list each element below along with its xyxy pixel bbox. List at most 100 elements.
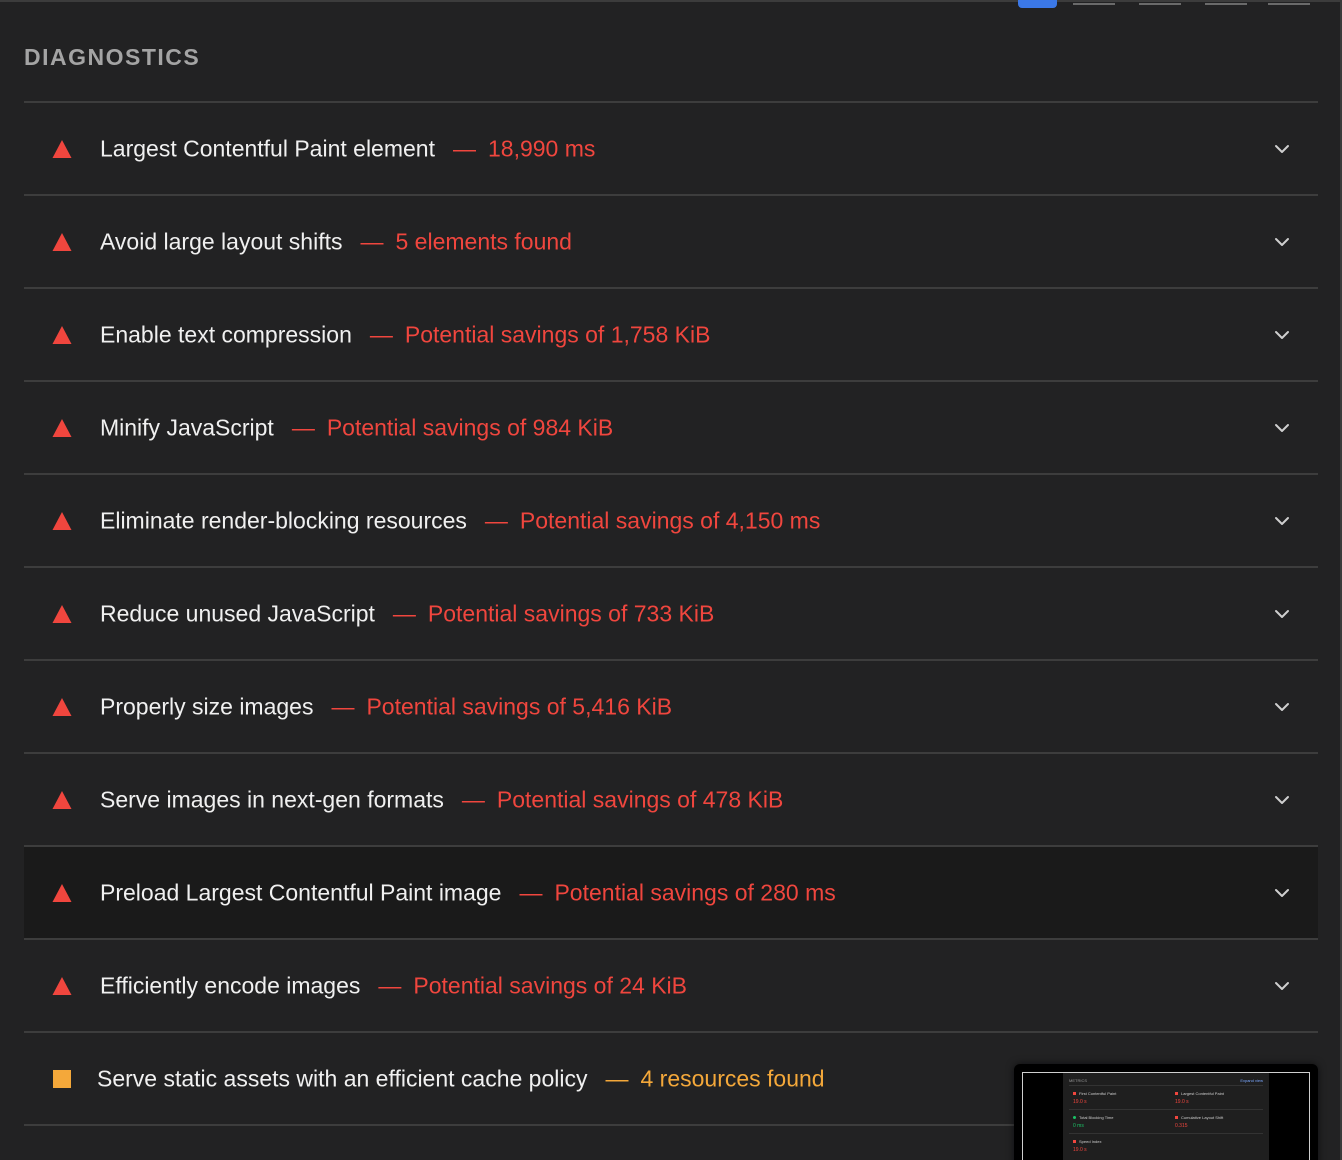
audit-separator: — — [519, 879, 543, 905]
audit-row-5[interactable]: Reduce unused JavaScript — Potential savin… — [24, 568, 1318, 661]
fail-triangle-icon — [52, 883, 72, 903]
audit-display-value: Potential savings of 1,758 KiB — [404, 321, 711, 347]
tab-performance[interactable] — [1018, 0, 1057, 8]
thumbnail-metric-label: Speed Index — [1079, 1139, 1102, 1144]
thumbnail-metrics-panel: METRICS Expand view First Contentful Pai… — [1063, 1073, 1269, 1160]
audit-title: Largest Contentful Paint element — 18,990 … — [100, 135, 595, 162]
thumbnail-header: METRICS — [1069, 1078, 1087, 1083]
thumbnail-metric: Speed Index 19.0 s — [1073, 1139, 1101, 1153]
audit-row-1[interactable]: Avoid large layout shifts — 5 elements fou… — [24, 196, 1318, 289]
audit-name: Avoid large layout shifts — [100, 228, 343, 254]
thumbnail-screen: METRICS Expand view First Contentful Pai… — [1022, 1072, 1310, 1160]
thumbnail-metric-label: Cumulative Layout Shift — [1181, 1115, 1224, 1120]
audit-name: Eliminate render-blocking resources — [100, 507, 467, 533]
chevron-down-icon[interactable] — [1270, 323, 1294, 347]
chevron-down-icon[interactable] — [1270, 230, 1294, 254]
audit-name: Serve images in next-gen formats — [100, 786, 444, 812]
audit-name: Properly size images — [100, 693, 314, 719]
thumbnail-metric-label: Largest Contentful Paint — [1181, 1091, 1224, 1096]
tab-seo[interactable] — [1205, 0, 1247, 5]
chevron-down-icon[interactable] — [1270, 695, 1294, 719]
audit-row-9[interactable]: Efficiently encode images — Potential savi… — [24, 940, 1318, 1033]
lighthouse-report-page: DIAGNOSTICS Largest Contentful Paint ele… — [0, 0, 1342, 1160]
audit-row-6[interactable]: Properly size images — Potential savings o… — [24, 661, 1318, 754]
audit-display-value: Potential savings of 24 KiB — [413, 972, 687, 998]
thumbnail-divider — [1069, 1109, 1263, 1110]
thumbnail-metric-value: 19.0 s — [1073, 1147, 1087, 1153]
audit-separator: — — [360, 228, 384, 254]
chevron-down-icon[interactable] — [1270, 416, 1294, 440]
audit-display-value: Potential savings of 478 KiB — [496, 786, 784, 812]
chevron-down-icon[interactable] — [1270, 881, 1294, 905]
chevron-down-icon[interactable] — [1270, 974, 1294, 998]
thumbnail-metric: Cumulative Layout Shift 0.315 — [1175, 1115, 1223, 1129]
thumbnail-metric-label: Total Blocking Time — [1079, 1115, 1114, 1120]
thumbnail-divider — [1069, 1085, 1263, 1086]
audit-separator: — — [392, 600, 416, 626]
thumbnail-expand-link: Expand view — [1240, 1078, 1263, 1083]
audit-separator: — — [605, 1065, 629, 1091]
audit-title: Reduce unused JavaScript — Potential savin… — [100, 600, 714, 627]
chevron-down-icon[interactable] — [1270, 137, 1294, 161]
audit-name: Minify JavaScript — [100, 414, 274, 440]
thumbnail-metric-value: 19.0 s — [1073, 1099, 1087, 1105]
audit-title: Enable text compression — Potential saving… — [100, 321, 710, 348]
audit-display-value: 18,990 ms — [487, 135, 596, 161]
audit-title: Efficiently encode images — Potential savi… — [100, 972, 687, 999]
pass-dot-icon — [1073, 1116, 1076, 1120]
audit-row-8[interactable]: Preload Largest Contentful Paint image — P… — [24, 847, 1318, 940]
thumbnail-metric: Largest Contentful Paint 19.0 s — [1175, 1091, 1224, 1105]
thumbnail-metric-value: 0.315 — [1175, 1123, 1188, 1129]
thumbnail-metric-value: 19.0 s — [1175, 1099, 1189, 1105]
audit-display-value: Potential savings of 4,150 ms — [519, 507, 821, 533]
audit-row-4[interactable]: Eliminate render-blocking resources — Pote… — [24, 475, 1318, 568]
fail-triangle-icon — [52, 697, 72, 717]
audit-list: Largest Contentful Paint element — 18,990 … — [24, 101, 1318, 1126]
chevron-down-icon[interactable] — [1270, 509, 1294, 533]
audit-separator: — — [369, 321, 393, 347]
audit-row-3[interactable]: Minify JavaScript — Potential savings of 9… — [24, 382, 1318, 475]
fail-triangle-icon — [52, 604, 72, 624]
thumbnail-metric-label: First Contentful Paint — [1079, 1091, 1117, 1096]
audit-name: Preload Largest Contentful Paint image — [100, 879, 502, 905]
fail-triangle-icon — [52, 790, 72, 810]
thumbnail-metric: Total Blocking Time 0 ms — [1073, 1115, 1113, 1129]
audit-display-value: 4 resources found — [640, 1065, 825, 1091]
audit-display-value: Potential savings of 984 KiB — [326, 414, 614, 440]
chevron-down-icon[interactable] — [1270, 602, 1294, 626]
chevron-down-icon[interactable] — [1270, 788, 1294, 812]
audit-title: Serve images in next-gen formats — Potenti… — [100, 786, 783, 813]
fail-triangle-icon — [52, 325, 72, 345]
audit-display-value: Potential savings of 733 KiB — [427, 600, 715, 626]
audit-separator: — — [461, 786, 485, 812]
thumbnail-metric: First Contentful Paint 19.0 s — [1073, 1091, 1116, 1105]
audit-separator: — — [291, 414, 315, 440]
audit-name: Largest Contentful Paint element — [100, 135, 435, 161]
audit-row-7[interactable]: Serve images in next-gen formats — Potenti… — [24, 754, 1318, 847]
audit-name: Serve static assets with an efficient ca… — [97, 1065, 588, 1091]
audit-display-value: 5 elements found — [395, 228, 572, 254]
tab-pwa[interactable] — [1268, 0, 1310, 5]
audit-display-value: Potential savings of 280 ms — [554, 879, 836, 905]
fail-triangle-icon — [52, 511, 72, 531]
fail-dot-icon — [1073, 1092, 1076, 1096]
fail-triangle-icon — [52, 418, 72, 438]
section-title: DIAGNOSTICS — [24, 44, 201, 70]
audit-title: Eliminate render-blocking resources — Pote… — [100, 507, 820, 534]
audit-separator: — — [484, 507, 508, 533]
fail-triangle-icon — [52, 976, 72, 996]
audit-name: Enable text compression — [100, 321, 352, 347]
warn-square-icon — [52, 1069, 72, 1089]
audit-separator: — — [378, 972, 402, 998]
fail-triangle-icon — [52, 139, 72, 159]
tab-best-practices[interactable] — [1139, 0, 1181, 5]
screenshot-thumbnail[interactable]: METRICS Expand view First Contentful Pai… — [1014, 1064, 1318, 1160]
fail-dot-icon — [1175, 1092, 1178, 1096]
audit-row-0[interactable]: Largest Contentful Paint element — 18,990 … — [24, 103, 1318, 196]
tab-accessibility[interactable] — [1073, 0, 1115, 5]
thumbnail-metric-value: 0 ms — [1073, 1123, 1084, 1129]
fail-triangle-icon — [52, 232, 72, 252]
fail-dot-icon — [1073, 1140, 1076, 1144]
audit-title: Avoid large layout shifts — 5 elements fou… — [100, 228, 572, 255]
audit-row-2[interactable]: Enable text compression — Potential saving… — [24, 289, 1318, 382]
